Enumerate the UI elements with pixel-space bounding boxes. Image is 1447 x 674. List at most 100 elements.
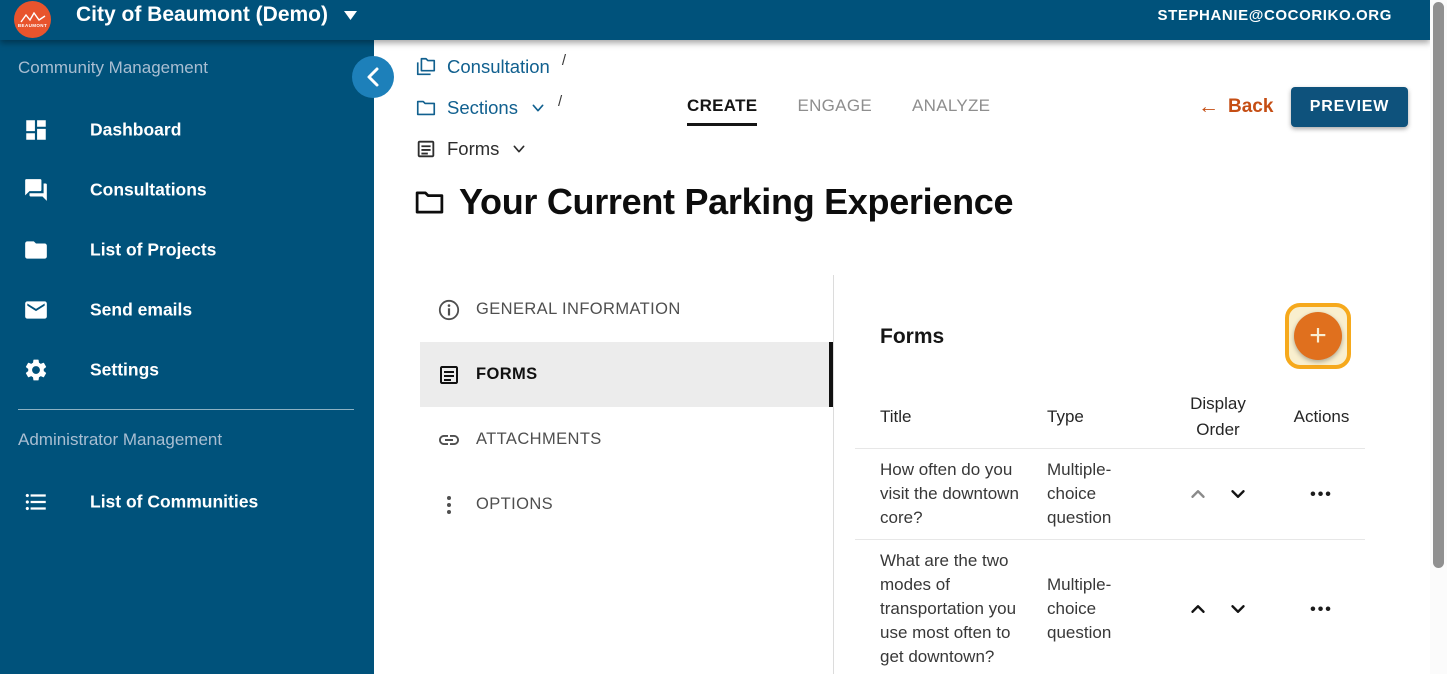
tab-bar: CREATE ENGAGE ANALYZE [687, 96, 990, 126]
sidebar-item-label: Send emails [90, 300, 192, 321]
breadcrumb-separator: / [562, 52, 566, 69]
tab-create[interactable]: CREATE [687, 96, 757, 126]
column-header-actions: Actions [1264, 407, 1365, 427]
page-title-text: Your Current Parking Experience [459, 181, 1013, 223]
sidebar-item-label: Dashboard [90, 120, 181, 141]
breadcrumb-label: Sections [447, 97, 518, 119]
folder-icon [413, 186, 446, 219]
sidebar-item-dashboard[interactable]: Dashboard [0, 106, 374, 154]
vertical-scrollbar[interactable] [1430, 0, 1447, 674]
form-type: Multiple-choice question [1047, 458, 1172, 530]
move-up-button[interactable] [1187, 598, 1209, 620]
mountain-icon [20, 12, 46, 23]
app-window: BEAUMONT City of Beaumont (Demo) STEPHAN… [0, 0, 1447, 674]
sidebar-section-admin: Administrator Management [18, 430, 222, 450]
more-actions-button[interactable]: ••• [1310, 486, 1333, 503]
breadcrumb: Consultation / Sections / Forms [415, 54, 566, 177]
subnav-item-options[interactable]: OPTIONS [420, 472, 832, 537]
mail-icon [23, 297, 49, 323]
org-switcher[interactable]: City of Beaumont (Demo) [76, 3, 357, 27]
forms-table: Title Type Display Order Actions How oft… [855, 385, 1365, 674]
chevron-left-icon [352, 56, 394, 98]
sidebar-section-community: Community Management [18, 58, 208, 78]
table-row: How often do you visit the downtown core… [855, 449, 1365, 540]
subnav-item-forms[interactable]: FORMS [420, 342, 832, 407]
breadcrumb-separator: / [558, 93, 562, 110]
subnav-divider [833, 275, 834, 674]
breadcrumb-forms[interactable]: Forms [415, 136, 566, 162]
column-header-title: Title [880, 407, 1047, 427]
table-row: What are the two modes of transportation… [855, 540, 1365, 674]
chevron-down-icon [511, 141, 527, 157]
breadcrumb-label: Consultation [447, 56, 550, 78]
display-order-controls [1172, 598, 1264, 620]
sidebar-item-label: Consultations [90, 180, 207, 201]
row-actions: ••• [1264, 482, 1365, 507]
subnav-label: FORMS [476, 365, 538, 384]
subnav-item-general-information[interactable]: GENERAL INFORMATION [420, 277, 832, 342]
consultations-icon [23, 177, 49, 203]
move-down-button[interactable] [1227, 598, 1249, 620]
sidebar-item-send-emails[interactable]: Send emails [0, 286, 374, 334]
list-icon [23, 489, 49, 515]
sidebar-item-list-of-communities[interactable]: List of Communities [0, 478, 374, 526]
sidebar-item-settings[interactable]: Settings [0, 346, 374, 394]
form-type: Multiple-choice question [1047, 573, 1172, 645]
folders-icon [415, 56, 437, 78]
caret-down-icon [344, 11, 357, 20]
main-content: Consultation / Sections / Forms [374, 40, 1430, 674]
kebab-menu-icon [437, 493, 461, 517]
tab-analyze[interactable]: ANALYZE [912, 96, 990, 126]
column-header-type: Type [1047, 407, 1172, 427]
subnav-label: GENERAL INFORMATION [476, 300, 681, 319]
topbar: BEAUMONT City of Beaumont (Demo) STEPHAN… [0, 0, 1430, 40]
move-down-button[interactable] [1227, 483, 1249, 505]
subnav-item-attachments[interactable]: ATTACHMENTS [420, 407, 832, 472]
breadcrumb-sections[interactable]: Sections / [415, 95, 566, 121]
more-actions-button[interactable]: ••• [1310, 601, 1333, 618]
link-icon [437, 428, 461, 452]
forms-table-header: Title Type Display Order Actions [855, 385, 1365, 449]
scrollbar-thumb[interactable] [1433, 2, 1444, 568]
gear-icon [23, 357, 49, 383]
info-icon [437, 298, 461, 322]
sidebar-item-label: List of Communities [90, 492, 258, 513]
row-actions: ••• [1264, 597, 1365, 622]
form-title[interactable]: How often do you visit the downtown core… [880, 458, 1047, 530]
beaumont-logo[interactable]: BEAUMONT [14, 1, 51, 38]
add-form-button[interactable]: + [1285, 303, 1351, 369]
back-link[interactable]: ← Back [1198, 95, 1273, 119]
form-title[interactable]: What are the two modes of transportation… [880, 549, 1047, 669]
user-email[interactable]: STEPHANIE@COCORIKO.ORG [1157, 7, 1392, 24]
form-icon [437, 363, 461, 387]
forms-panel-title: Forms [880, 325, 944, 349]
sidebar-item-list-of-projects[interactable]: List of Projects [0, 226, 374, 274]
chevron-down-icon [530, 100, 546, 116]
section-subnav: GENERAL INFORMATION FORMS ATTACHMENTS OP… [420, 277, 832, 537]
sidebar-item-label: Settings [90, 360, 159, 381]
form-icon [415, 138, 437, 160]
back-arrow-icon: ← [1198, 95, 1219, 119]
subnav-label: ATTACHMENTS [476, 430, 602, 449]
page-title: Your Current Parking Experience [413, 181, 1013, 223]
move-up-button[interactable] [1187, 483, 1209, 505]
preview-button[interactable]: PREVIEW [1291, 87, 1408, 127]
dashboard-icon [23, 117, 49, 143]
sidebar-collapse-button[interactable] [352, 56, 394, 98]
sidebar: Community Management Dashboard Consultat… [0, 40, 374, 674]
plus-icon: + [1294, 312, 1342, 360]
sidebar-item-label: List of Projects [90, 240, 216, 261]
sidebar-divider [18, 409, 354, 410]
tab-engage[interactable]: ENGAGE [797, 96, 872, 126]
breadcrumb-consultation[interactable]: Consultation / [415, 54, 566, 80]
folder-icon [415, 97, 437, 119]
breadcrumb-label: Forms [447, 138, 499, 160]
back-label: Back [1228, 96, 1273, 118]
folder-icon [23, 237, 49, 263]
display-order-controls [1172, 483, 1264, 505]
org-name: City of Beaumont (Demo) [76, 3, 328, 27]
column-header-display-order: Display Order [1172, 391, 1264, 443]
subnav-label: OPTIONS [476, 495, 553, 514]
logo-text: BEAUMONT [18, 23, 47, 28]
sidebar-item-consultations[interactable]: Consultations [0, 166, 374, 214]
